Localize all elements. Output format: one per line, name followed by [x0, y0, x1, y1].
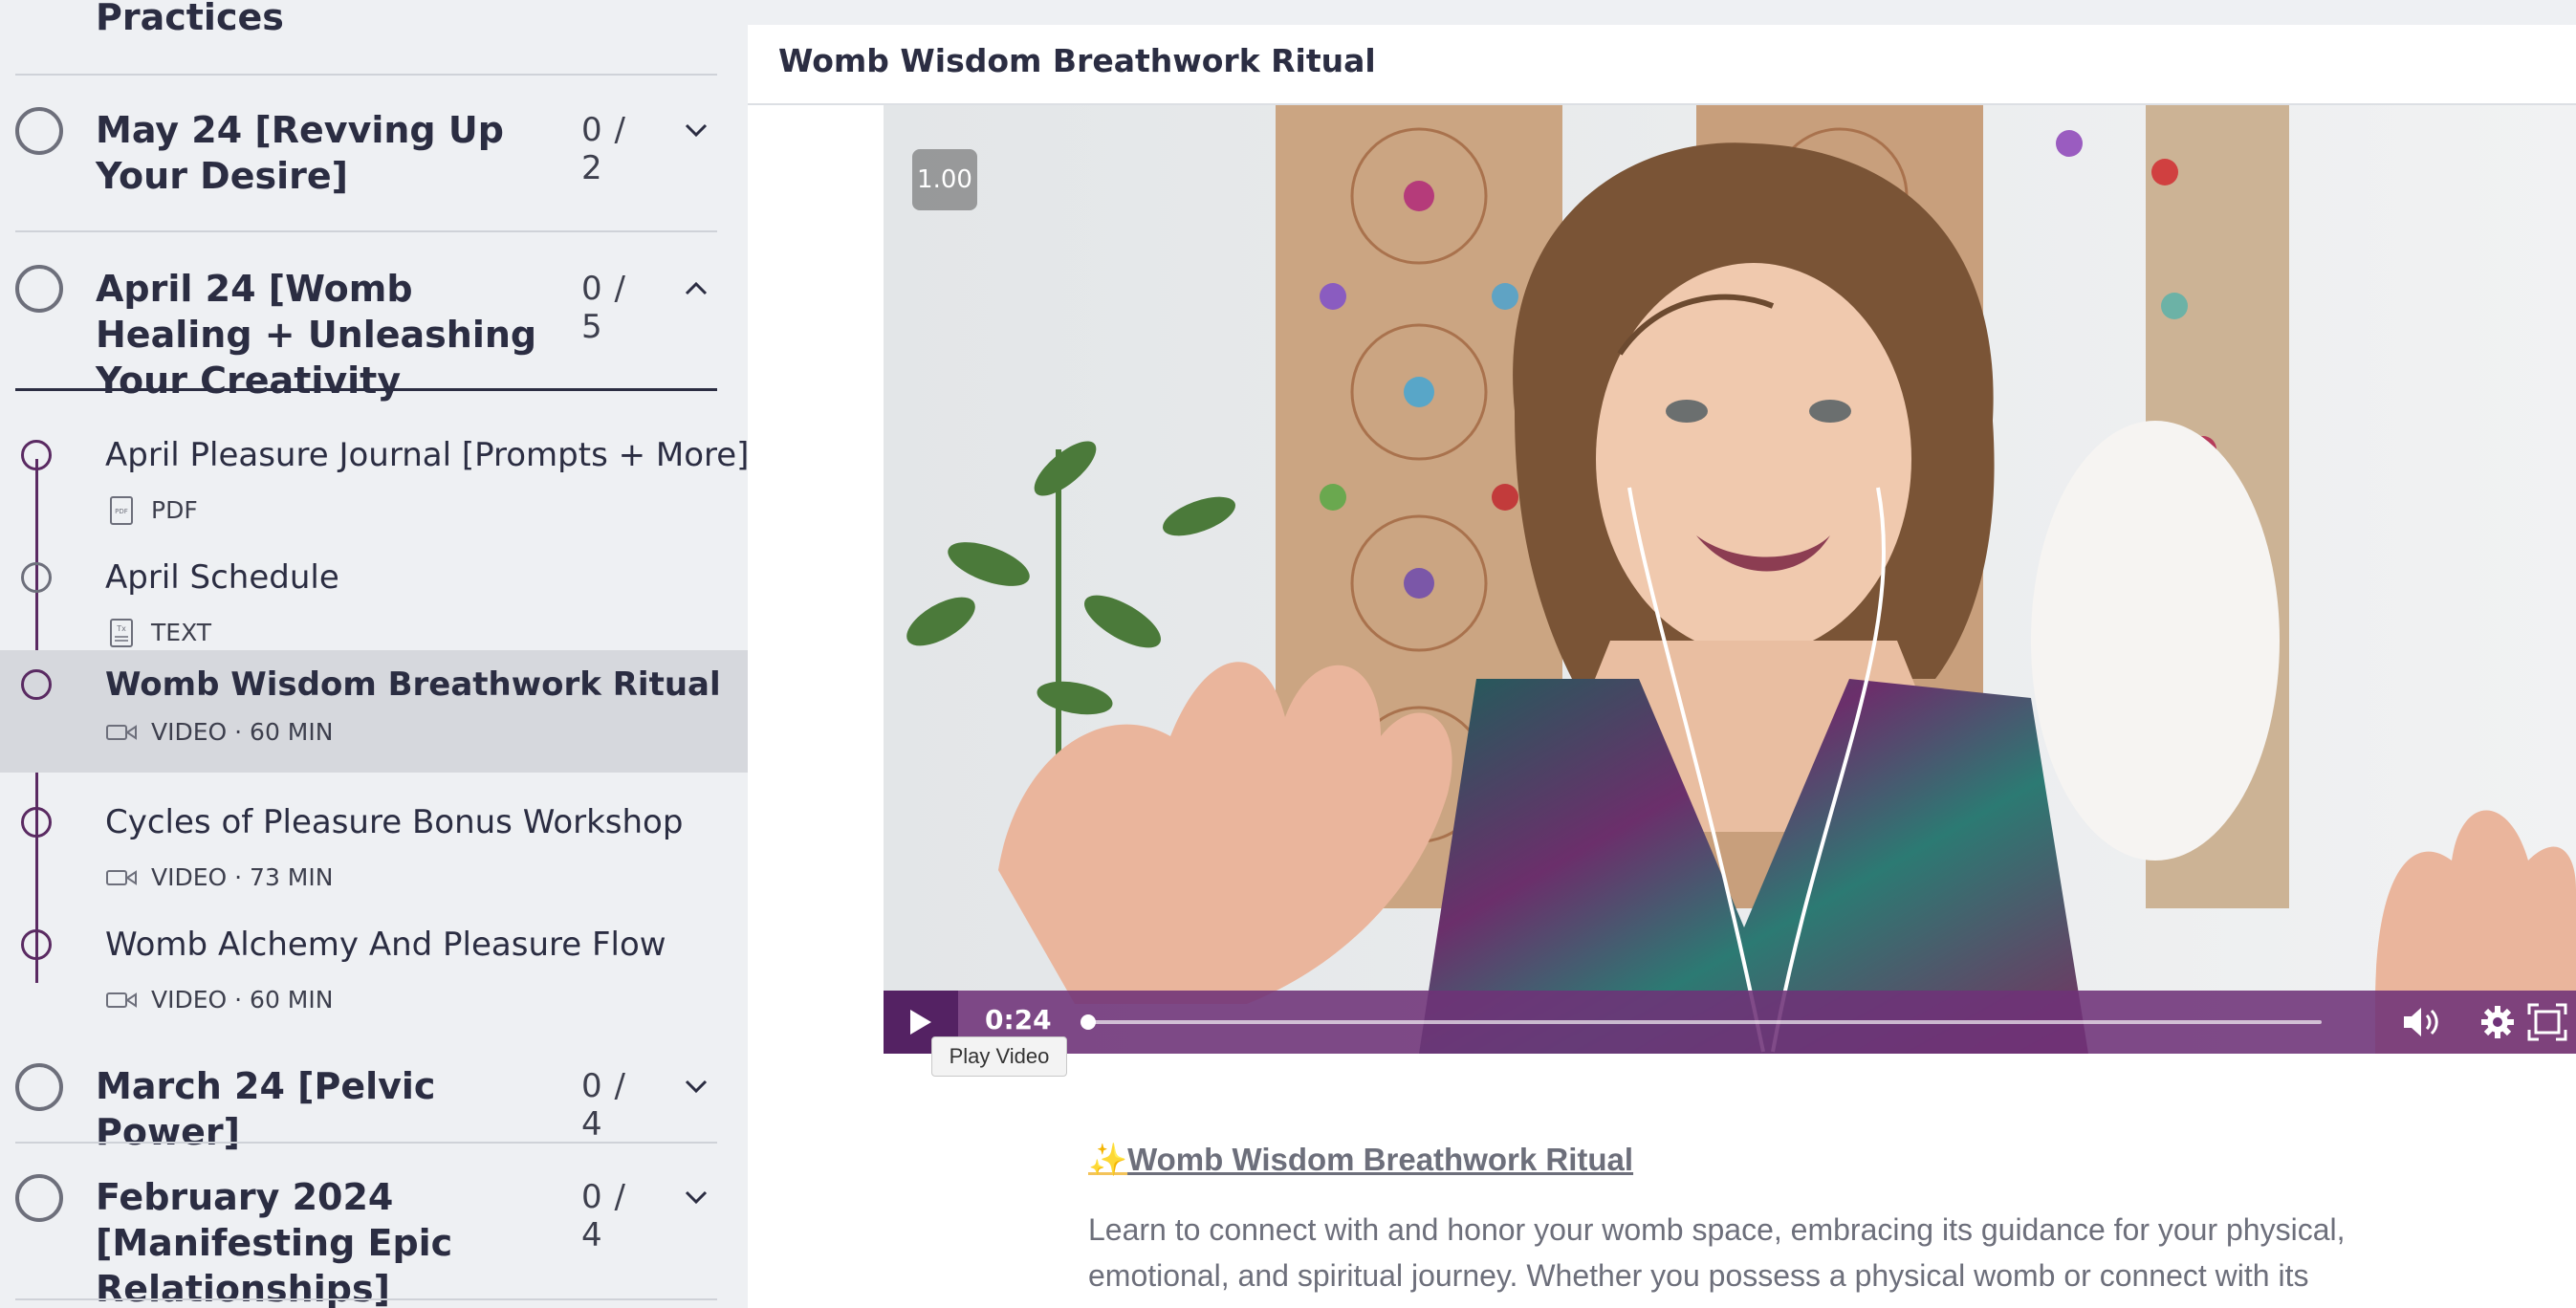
lesson-page-title: Womb Wisdom Breathwork Ritual	[778, 42, 1376, 79]
section-title: February 2024 [Manifesting Epic Relation…	[96, 1176, 453, 1308]
video-icon	[106, 992, 137, 1008]
pdf-icon: PDF	[110, 496, 133, 525]
lesson-title: April Pleasure Journal [Prompts + More]	[105, 436, 748, 474]
playback-speed-button[interactable]: 1.00	[912, 149, 977, 210]
lesson-type: TEXT	[151, 619, 212, 646]
lesson-content-panel: Womb Wisdom Breathwork Ritual 1.00 0:24 …	[748, 25, 2576, 1308]
description-body: Learn to connect with and honor your wom…	[1088, 1212, 2346, 1293]
lesson-status-ring	[21, 929, 52, 960]
fullscreen-icon[interactable]	[2526, 1002, 2568, 1042]
lesson-meta: VIDEO · 73 MIN	[105, 862, 333, 893]
lesson-meta: VIDEO · 60 MIN	[105, 717, 333, 748]
section-divider-active	[15, 388, 717, 391]
lesson-status-ring	[21, 562, 52, 593]
app-window: Practices May 24 [Revving Up Your Desire…	[0, 0, 2576, 1308]
volume-icon[interactable]	[2400, 1002, 2442, 1042]
section-progress-ring	[15, 265, 63, 313]
chevron-up-icon[interactable]	[683, 275, 709, 302]
lesson-meta: Tx TEXT	[105, 618, 211, 648]
video-control-bar: 0:24	[884, 991, 2576, 1054]
lesson-title: April Schedule	[105, 558, 339, 597]
section-divider	[15, 230, 717, 232]
lesson-status-ring	[21, 669, 52, 700]
lesson-status-ring	[21, 807, 52, 838]
lesson-type: VIDEO · 60 MIN	[151, 986, 334, 1014]
lesson-status-ring	[21, 440, 52, 470]
section-divider	[15, 74, 717, 76]
current-time: 0:24	[985, 1004, 1052, 1036]
section-progress-ring	[15, 1063, 63, 1111]
section-count: 0 / 2	[581, 111, 626, 187]
video-icon	[106, 725, 137, 740]
section-title-partial[interactable]: Practices	[96, 0, 284, 40]
lesson-title: Womb Wisdom Breathwork Ritual	[105, 665, 721, 704]
lesson-item[interactable]: April Pleasure Journal [Prompts + More] …	[0, 419, 748, 541]
lesson-item[interactable]: April Schedule Tx TEXT	[0, 541, 748, 664]
sparkle-icon: ✨	[1088, 1142, 1128, 1177]
lesson-meta: PDF PDF	[105, 495, 198, 526]
lesson-type: VIDEO · 60 MIN	[151, 718, 334, 746]
lesson-meta: VIDEO · 60 MIN	[105, 985, 333, 1015]
lesson-header: Womb Wisdom Breathwork Ritual	[748, 25, 2576, 105]
video-icon	[106, 870, 137, 885]
section-february-2024[interactable]: February 2024 [Manifesting Epic Relation…	[15, 1159, 717, 1308]
chevron-down-icon[interactable]	[683, 1073, 709, 1100]
section-april-24[interactable]: April 24 [Womb Healing + Unleashing Your…	[15, 247, 717, 402]
description-heading-text: Womb Wisdom Breathwork Ritual	[1127, 1142, 1634, 1177]
text-doc-icon: Tx	[110, 619, 133, 647]
section-title: May 24 [Revving Up Your Desire]	[96, 109, 504, 197]
play-icon	[910, 1010, 931, 1035]
section-progress-ring	[15, 107, 63, 155]
section-march-24[interactable]: March 24 [Pelvic Power] 0 / 4	[15, 1061, 717, 1153]
section-count: 0 / 4	[581, 1178, 626, 1254]
lesson-type: VIDEO · 73 MIN	[151, 863, 334, 891]
lesson-item-active[interactable]: Womb Wisdom Breathwork Ritual VIDEO · 60…	[0, 650, 748, 773]
section-count: 0 / 4	[581, 1067, 626, 1144]
section-divider	[15, 1298, 717, 1300]
lesson-item[interactable]: Womb Alchemy And Pleasure Flow VIDEO · 6…	[0, 908, 748, 1031]
video-frame-image[interactable]	[884, 105, 2576, 1054]
section-divider	[15, 1142, 717, 1144]
progress-scrubber[interactable]	[1081, 1014, 1097, 1030]
video-player[interactable]: 1.00 0:24	[884, 105, 2576, 1054]
svg-text:PDF: PDF	[115, 508, 128, 515]
section-title: April 24 [Womb Healing + Unleashing Your…	[96, 268, 537, 402]
section-count: 0 / 5	[581, 270, 626, 346]
lesson-title: Womb Alchemy And Pleasure Flow	[105, 926, 666, 964]
lesson-item[interactable]: Cycles of Pleasure Bonus Workshop VIDEO …	[0, 786, 748, 908]
section-progress-ring	[15, 1174, 63, 1222]
svg-text:Tx: Tx	[116, 624, 126, 633]
section-may-24[interactable]: May 24 [Revving Up Your Desire] 0 / 2	[15, 92, 717, 231]
chevron-down-icon[interactable]	[683, 117, 709, 143]
lesson-type: PDF	[151, 496, 198, 524]
play-video-tooltip: Play Video	[931, 1036, 1067, 1077]
course-sidebar: Practices May 24 [Revving Up Your Desire…	[0, 0, 748, 1308]
settings-gear-icon[interactable]	[2477, 1002, 2519, 1042]
progress-bar[interactable]	[1081, 1014, 2322, 1030]
description-heading[interactable]: ✨Womb Wisdom Breathwork Ritual	[1088, 1142, 1633, 1179]
chevron-down-icon[interactable]	[683, 1184, 709, 1210]
lesson-title: Cycles of Pleasure Bonus Workshop	[105, 803, 684, 841]
